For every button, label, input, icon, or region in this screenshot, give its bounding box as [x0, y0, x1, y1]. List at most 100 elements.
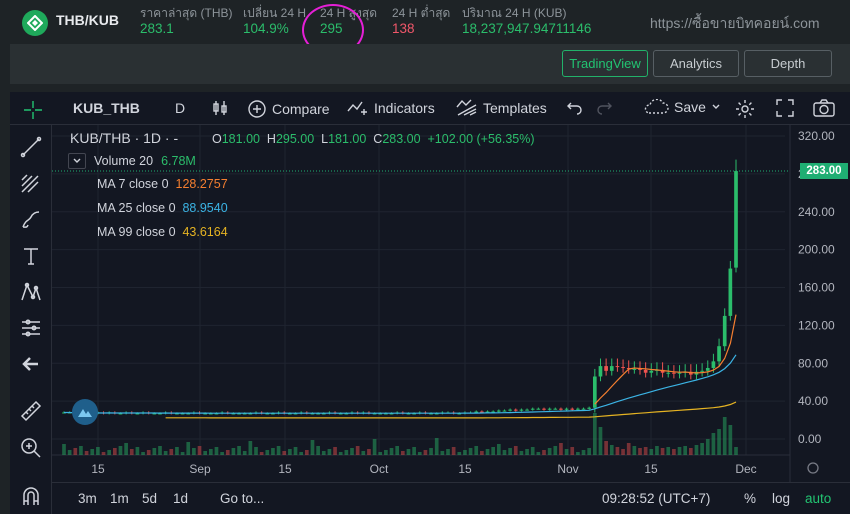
market-pair[interactable]: THB/KUB — [56, 12, 119, 28]
volume-bar — [214, 447, 219, 455]
volume-bar — [604, 441, 608, 455]
settings-gear-icon[interactable] — [735, 99, 755, 119]
undo-icon[interactable] — [567, 99, 583, 115]
tab-tradingview[interactable]: TradingView — [562, 50, 648, 77]
volume-bar — [237, 446, 241, 455]
range-1d[interactable]: 1d — [173, 491, 188, 506]
back-arrow-icon[interactable] — [20, 353, 42, 375]
candles-style-icon[interactable] — [211, 99, 229, 117]
price-axis-label: 160.00 — [798, 281, 835, 295]
go-to-date[interactable]: Go to... — [220, 491, 264, 506]
volume-bar — [384, 450, 388, 455]
volume-bar — [688, 448, 693, 455]
volume-bar — [547, 448, 552, 455]
indicators-button[interactable]: Indicators — [347, 99, 435, 117]
volume-bar — [310, 440, 315, 455]
market-header: THB/KUB ราคาล่าสุด (THB) 283.1 เปลี่ยน 2… — [0, 0, 850, 56]
range-3m[interactable]: 3m — [78, 491, 97, 506]
templates-icon — [456, 99, 477, 116]
trend-line-icon[interactable] — [20, 136, 42, 158]
compare-button[interactable]: Compare — [247, 99, 330, 119]
candle-body — [513, 409, 518, 411]
volume-bar — [265, 450, 270, 455]
volume-bar — [203, 451, 208, 455]
tab-analytics[interactable]: Analytics — [653, 50, 739, 77]
price-axis-label: 240.00 — [798, 205, 835, 219]
range-5d[interactable]: 5d — [142, 491, 157, 506]
volume-bar — [254, 447, 258, 455]
ruler-icon[interactable] — [20, 400, 42, 422]
volume-bar — [197, 446, 202, 455]
candle-body — [609, 366, 614, 371]
fullscreen-icon[interactable] — [776, 99, 794, 117]
candle-body — [649, 370, 654, 373]
redo-icon[interactable] — [596, 99, 612, 115]
volume-bar — [316, 446, 320, 455]
legend-ohlc: O181.00 H295.00 L181.00 C283.00 +102.00 … — [212, 132, 535, 146]
volume-bar — [175, 447, 179, 455]
volume-bar — [598, 427, 603, 455]
volume-bar — [107, 450, 112, 455]
volume-bar — [412, 447, 416, 455]
indicators-icon — [347, 101, 367, 115]
volume-bar — [231, 448, 236, 455]
volume-bar — [112, 448, 117, 455]
fib-retracement-icon[interactable] — [20, 172, 42, 194]
volume-bar — [186, 442, 191, 455]
range-1m[interactable]: 1m — [110, 491, 129, 506]
magnet-icon[interactable] — [20, 485, 42, 507]
crosshair-icon[interactable] — [22, 99, 44, 121]
candle-body — [728, 268, 733, 316]
candle-body — [559, 408, 563, 410]
time-axis-label: Dec — [735, 462, 756, 476]
legend-symbol-row: KUB/THB · 1D · - — [70, 130, 179, 146]
volume-bar — [502, 450, 507, 455]
interval-button[interactable]: D — [175, 100, 185, 116]
percent-scale-toggle[interactable]: % — [744, 491, 756, 506]
collapse-chevron-icon[interactable] — [68, 153, 86, 169]
brush-icon[interactable] — [20, 209, 42, 231]
text-tool-icon[interactable] — [20, 245, 42, 267]
candle-body — [547, 408, 552, 410]
camera-snapshot-icon[interactable] — [813, 99, 835, 117]
tab-depth[interactable]: Depth — [744, 50, 832, 77]
tradingview-logo-icon[interactable] — [72, 399, 98, 425]
volume-bar — [361, 451, 366, 455]
volume-bar — [276, 446, 281, 455]
volume-bar — [73, 448, 78, 455]
log-scale-toggle[interactable]: log — [772, 491, 790, 506]
auto-scale-toggle[interactable]: auto — [805, 491, 831, 506]
legend-volume: Volume 20 6.78M — [68, 153, 196, 169]
prediction-tool-icon[interactable] — [20, 317, 42, 339]
price-axis-label: 40.00 — [798, 394, 828, 408]
cloud-icon — [644, 99, 669, 114]
volume-bar — [440, 451, 445, 455]
chevron-down-icon — [712, 104, 720, 109]
candle-body — [508, 409, 512, 411]
volume-bar — [649, 449, 654, 455]
legend-ma99: MA 99 close 0 43.6164 — [97, 225, 228, 239]
ma7-line — [594, 314, 737, 405]
volume-bar — [192, 448, 196, 455]
volume-bar — [480, 451, 484, 455]
volume-bar — [694, 445, 699, 455]
volume-bar — [609, 445, 614, 455]
price-chart[interactable]: 320.00280.00240.00200.00160.00120.0080.0… — [52, 125, 850, 514]
time-axis-label: Nov — [557, 462, 578, 476]
clock-timezone[interactable]: 09:28:52 (UTC+7) — [602, 491, 710, 506]
volume-bar — [643, 447, 648, 455]
volume-bar — [485, 449, 490, 455]
templates-button[interactable]: Templates — [456, 99, 547, 117]
volume-bar — [683, 446, 688, 455]
volume-bar — [463, 450, 467, 455]
bitkub-logo-icon[interactable] — [22, 10, 48, 36]
symbol-search[interactable]: KUB_THB — [73, 100, 140, 116]
volume-bar — [632, 446, 637, 455]
candle-body — [734, 171, 738, 268]
volume-bar — [677, 447, 682, 455]
save-button[interactable]: Save — [643, 99, 721, 115]
volume-bar — [457, 452, 462, 455]
volume-bar — [587, 448, 592, 455]
pattern-tool-icon[interactable] — [20, 281, 42, 303]
zoom-in-icon[interactable] — [20, 437, 42, 459]
